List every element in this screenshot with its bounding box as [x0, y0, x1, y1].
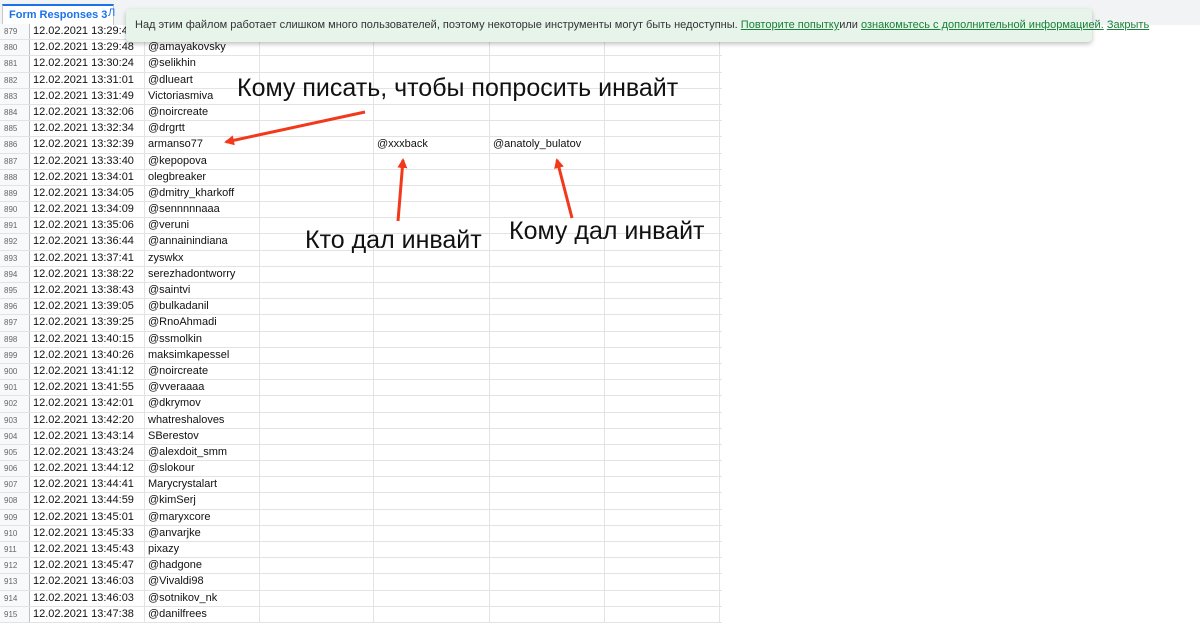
arrow-to-armanso77 [224, 110, 366, 146]
arrow-to-xxxback [396, 158, 408, 222]
annotation-arrows [224, 110, 574, 222]
arrow-to-anatoly-bulatov [554, 158, 574, 219]
